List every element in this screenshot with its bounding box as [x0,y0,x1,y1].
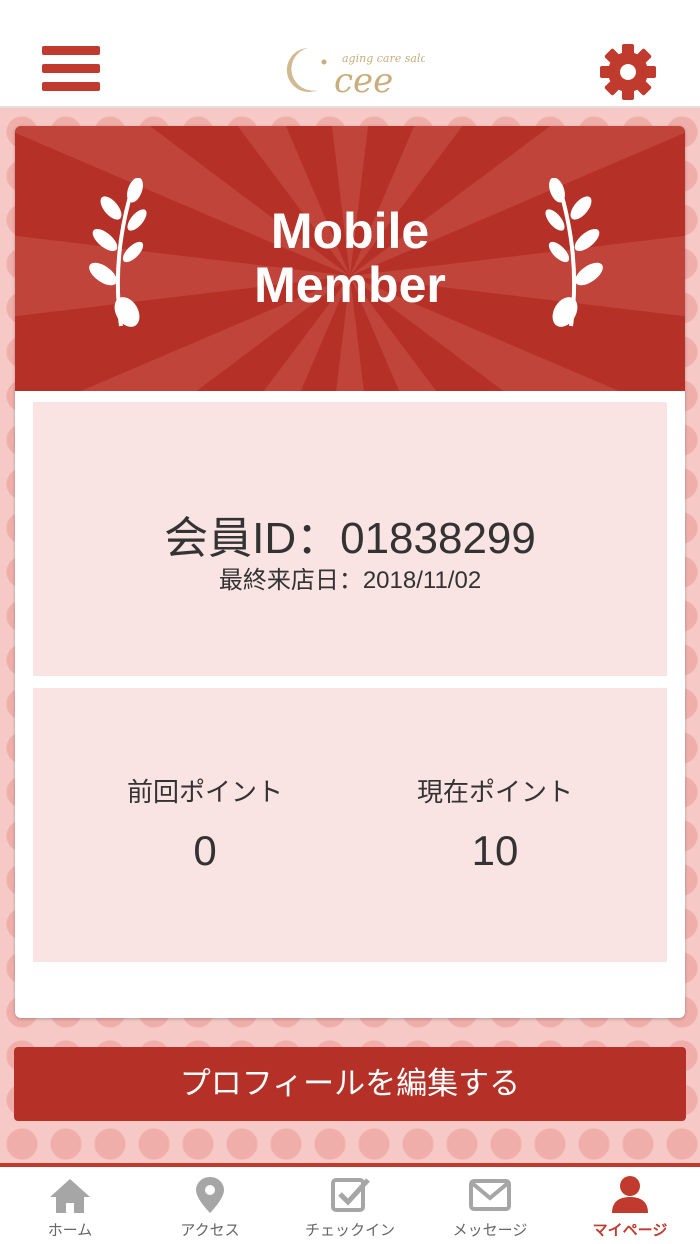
member-id: 会員ID：01838299 [164,514,536,563]
previous-points: 前回ポイント 0 [65,772,345,875]
map-pin-icon [196,1177,224,1213]
tab-home[interactable]: ホーム [0,1167,140,1244]
edit-profile-button[interactable]: プロフィールを編集する [14,1047,686,1121]
tab-message-label: メッセージ [452,1221,528,1239]
laurel-right-icon [541,177,611,328]
tab-mypage-label: マイページ [592,1221,668,1239]
hamburger-menu-icon[interactable] [42,46,100,96]
screen: { "header": { "logo_text": "cee", "logo_… [0,0,700,1244]
tab-checkin-label: チェックイン [304,1221,395,1239]
tab-access[interactable]: アクセス [140,1167,280,1244]
current-points-value: 10 [471,827,519,874]
home-icon [50,1179,90,1213]
previous-points-value: 0 [193,827,217,874]
salon-logo: aging care salon cee [280,40,434,101]
current-points-label: 現在ポイント [416,777,573,807]
tab-message[interactable]: メッセージ [420,1167,560,1244]
checkbox-icon [331,1178,370,1212]
gear-icon[interactable] [598,42,658,102]
mobile-member-banner: Mobile Member [15,126,685,391]
app-header: aging care salon cee [0,0,700,108]
tab-mypage[interactable]: マイページ [560,1167,700,1244]
envelope-icon [469,1179,511,1211]
tab-home-label: ホーム [47,1221,93,1239]
member-id-panel: 会員ID：01838299 最終来店日：2018/11/02 [33,402,667,676]
bottom-tab-bar: ホーム アクセス チェックイン メッセージ マイページ [0,1163,700,1244]
points-panel: 前回ポイント 0 現在ポイント 10 [33,688,667,962]
user-icon [612,1176,648,1213]
previous-points-label: 前回ポイント [126,777,283,807]
last-visit-date: 最終来店日：2018/11/02 [218,567,482,594]
tab-checkin[interactable]: チェックイン [280,1167,420,1244]
current-points: 現在ポイント 10 [350,772,640,875]
member-card: Mobile Member 会員ID：01838299 最終来店日：2018/1… [15,126,685,1018]
tab-access-label: アクセス [180,1221,240,1239]
logo-text: cee [334,61,393,100]
